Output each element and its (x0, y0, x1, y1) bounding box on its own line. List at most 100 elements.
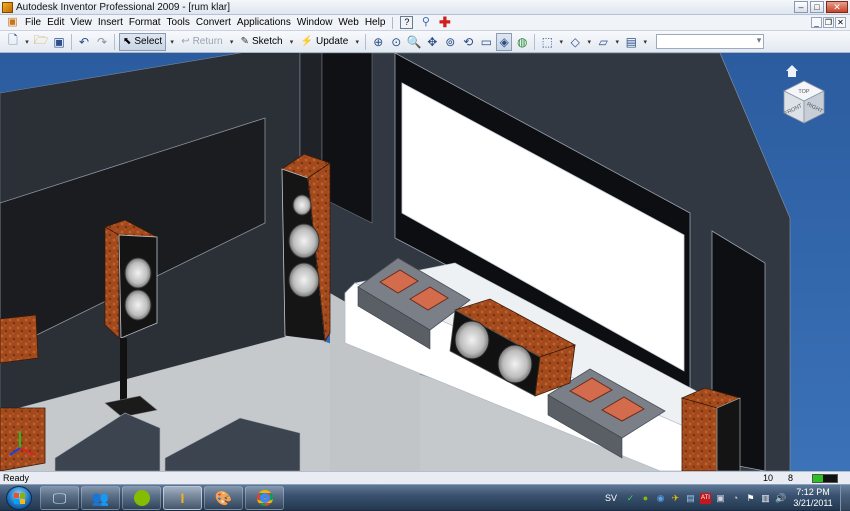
room-model[interactable] (0, 53, 850, 471)
taskbar-paint[interactable]: 🎨 (204, 486, 243, 510)
viewcube-top-label[interactable]: TOP (798, 89, 810, 95)
zoom-icon[interactable]: 🔍 (406, 33, 422, 51)
cursor-icon: ⬉ (123, 36, 132, 47)
clock-time: 7:12 PM (796, 487, 830, 497)
clock[interactable]: 7:12 PM 3/21/2011 (788, 487, 838, 509)
save-icon[interactable]: ▣ (51, 33, 67, 51)
redo-icon[interactable]: ↷ (94, 33, 110, 51)
menu-window[interactable]: Window (294, 17, 336, 28)
select-label: Select (134, 36, 163, 47)
maximize-button[interactable]: □ (810, 1, 824, 13)
spotify-icon (133, 490, 150, 506)
status-count-b: 8 (788, 473, 794, 483)
menu-help[interactable]: Help (362, 17, 389, 28)
menu-web[interactable]: Web (335, 17, 361, 28)
menu-applications[interactable]: Applications (234, 17, 294, 28)
action-center-flag-icon[interactable]: ⚑ (745, 493, 756, 504)
taskbar-spotify[interactable] (122, 486, 161, 510)
pan-icon[interactable]: ✥ (424, 33, 440, 51)
language-indicator[interactable]: SV (605, 493, 617, 503)
graphics-viewport[interactable]: TOP FRONT RIGHT (0, 53, 850, 471)
return-arrow-icon: ↩ (181, 36, 190, 47)
update-dropdown[interactable]: ▾ (353, 33, 361, 51)
document-icon[interactable]: ▣ (6, 16, 19, 29)
view-cube-dropdown[interactable]: ▾ (557, 33, 565, 51)
return-button[interactable]: ↩ Return (178, 33, 225, 51)
zoom-all-icon[interactable]: ⊕ (370, 33, 386, 51)
document-window-controls: _ ❐ ✕ (811, 17, 846, 28)
undo-icon[interactable]: ↶ (76, 33, 92, 51)
menu-edit[interactable]: Edit (44, 17, 67, 28)
menu-convert[interactable]: Convert (193, 17, 234, 28)
orbit-icon[interactable]: ⟲ (460, 33, 476, 51)
look-at-icon[interactable]: ▭ (478, 33, 494, 51)
close-button[interactable]: ✕ (826, 1, 848, 13)
tray-icon-5[interactable]: ▤ (685, 493, 696, 504)
taskbar-chrome[interactable] (245, 486, 284, 510)
window-title: Autodesk Inventor Professional 2009 - [r… (16, 1, 230, 13)
view-cube-toggle-icon[interactable]: ⬚ (539, 33, 555, 51)
tray-icon-7[interactable]: ◔ (730, 493, 741, 504)
standard-toolbar: 🗋 ▾ 🗁 ▣ ↶ ↷ ⬉ Select ▾ ↩ Return ▾ ✎ Sketch … (0, 31, 850, 53)
ati-icon[interactable]: ATI (700, 492, 711, 504)
tray-icon-2[interactable]: ● (640, 493, 651, 504)
select-button[interactable]: ⬉ Select (119, 32, 167, 51)
menu-format[interactable]: Format (126, 17, 164, 28)
inventor-app-icon[interactable] (2, 1, 13, 13)
show-desktop-button[interactable] (840, 485, 850, 511)
camera-icon[interactable]: ▱ (595, 33, 611, 51)
taskbar-inventor[interactable]: I (163, 486, 202, 510)
memory-gauge (812, 474, 838, 483)
new-dropdown[interactable]: ▾ (23, 33, 31, 51)
clock-date: 3/21/2011 (793, 498, 833, 508)
status-count-a: 10 (763, 473, 774, 483)
return-dropdown[interactable]: ▾ (228, 33, 236, 51)
display-mode-icon[interactable]: ◈ (496, 32, 513, 51)
sketch-dropdown[interactable]: ▾ (288, 33, 296, 51)
taskbar-explorer[interactable]: 🖵 (40, 486, 79, 510)
messenger-icon: 👥 (91, 489, 110, 506)
status-bar: Ready 10 8 (0, 471, 850, 484)
doc-minimize-button[interactable]: _ (811, 17, 822, 28)
appearance-dropdown[interactable]: ▾ (641, 33, 649, 51)
menu-view[interactable]: View (67, 17, 95, 28)
sketch-button[interactable]: ✎ Sketch (238, 33, 286, 51)
color-style-combo[interactable] (656, 34, 765, 49)
menu-separator (392, 16, 394, 29)
minimize-button[interactable]: – (794, 1, 808, 13)
toolbar-separator (114, 33, 115, 50)
doc-close-button[interactable]: ✕ (835, 17, 846, 28)
start-button[interactable] (6, 486, 32, 510)
tray-icon-3[interactable]: ◉ (655, 493, 666, 504)
monitor-icon: 🖵 (52, 489, 67, 506)
camera-dropdown[interactable]: ▾ (613, 33, 621, 51)
volume-icon[interactable]: 🔊 (775, 493, 786, 504)
doc-restore-button[interactable]: ❐ (823, 17, 834, 28)
ground-shadow-icon[interactable]: ◍ (514, 33, 530, 51)
update-button[interactable]: ⚡ Update (298, 33, 352, 51)
new-file-icon[interactable]: 🗋 (5, 33, 21, 51)
view-cube[interactable]: TOP FRONT RIGHT (778, 61, 830, 131)
update-lightning-icon: ⚡ (300, 36, 314, 47)
windows-logo-icon (14, 493, 26, 505)
return-label: Return (192, 36, 223, 47)
shaded-display-dropdown[interactable]: ▾ (585, 33, 593, 51)
help-topics-icon[interactable]: ? (400, 16, 414, 29)
zoom-window-icon[interactable]: ⊙ (388, 33, 404, 51)
menu-bar: ▣ File Edit View Insert Format Tools Con… (0, 15, 850, 31)
menu-file[interactable]: File (22, 17, 44, 28)
network-icon[interactable]: ▥ (760, 493, 771, 504)
add-in-plus-icon[interactable]: ✚ (438, 15, 451, 29)
zoom-selected-icon[interactable]: ⊚ (442, 33, 458, 51)
menu-tools[interactable]: Tools (164, 17, 193, 28)
open-folder-icon[interactable]: 🗁 (33, 33, 49, 51)
shaded-display-icon[interactable]: ◇ (567, 33, 583, 51)
tray-icon-1[interactable]: ✓ (625, 493, 636, 504)
menu-insert[interactable]: Insert (95, 17, 126, 28)
whats-new-icon[interactable]: ⚲ (419, 16, 432, 29)
appearance-icon[interactable]: ▤ (623, 33, 639, 51)
tray-icon-4[interactable]: ✈ (670, 493, 681, 504)
tray-icon-6[interactable]: ▣ (715, 493, 726, 504)
select-dropdown[interactable]: ▾ (168, 33, 176, 51)
taskbar-messenger[interactable]: 👥 (81, 486, 120, 510)
